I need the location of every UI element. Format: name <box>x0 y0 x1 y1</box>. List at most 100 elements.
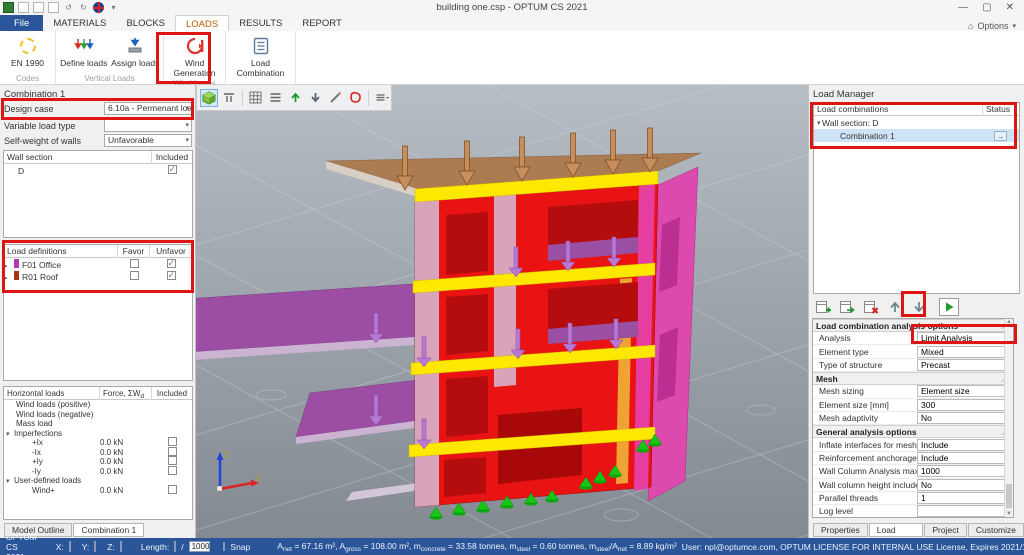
design-case-dropdown[interactable]: 6.10a - Permenant load▾ <box>104 102 192 115</box>
tab-project[interactable]: Project <box>924 523 966 537</box>
variable-load-type-dropdown[interactable]: ▾ <box>104 119 192 132</box>
section-header[interactable]: General analysis options︿ <box>813 425 1013 438</box>
tab-results[interactable]: RESULTS <box>229 15 292 31</box>
duplicate-combination-icon[interactable] <box>837 298 857 316</box>
options-menu[interactable]: Options <box>977 21 1008 31</box>
hl-row[interactable]: Mass load <box>4 419 192 429</box>
element-type-dropdown[interactable]: Mixed▾ <box>917 346 1011 358</box>
add-combination-icon[interactable] <box>813 298 833 316</box>
z-coordinate-input[interactable] <box>120 541 122 552</box>
unfavor-checkbox[interactable] <box>167 271 176 280</box>
status-run-arrow-icon[interactable]: → <box>994 131 1007 141</box>
boundary-shape-icon[interactable] <box>346 89 364 107</box>
undo-icon[interactable]: ↺ <box>63 2 74 13</box>
close-button[interactable]: ✕ <box>1006 2 1014 13</box>
wall-column-max-width-input[interactable]: 1000 <box>917 465 1011 477</box>
mesh-grid-icon[interactable] <box>247 89 265 107</box>
included-checkbox[interactable] <box>168 485 177 494</box>
assign-loads-button[interactable]: Assign loads <box>110 33 162 73</box>
measure-pencil-icon[interactable] <box>326 89 344 107</box>
collapse-icon[interactable]: ▾ <box>814 119 822 127</box>
stack-lines-icon[interactable] <box>267 89 285 107</box>
wall-column-height-dropdown[interactable]: No▾ <box>917 479 1011 491</box>
options-dropdown-arrow-icon[interactable]: ▾ <box>1012 22 1016 30</box>
log-level-dropdown[interactable]: ▾ <box>917 505 1011 517</box>
load-definition-row[interactable]: ▸R01 Roof <box>4 270 192 282</box>
parallel-threads-input[interactable]: 1 <box>917 492 1011 504</box>
y-coordinate-input[interactable] <box>94 541 96 552</box>
minimize-button[interactable]: — <box>958 2 968 13</box>
tab-blocks[interactable]: BLOCKS <box>116 15 175 31</box>
define-loads-button[interactable]: Define loads <box>58 33 110 73</box>
included-checkbox[interactable] <box>168 165 177 174</box>
tab-load-manager[interactable]: Load Manager <box>869 523 924 537</box>
tab-report[interactable]: REPORT <box>292 15 351 31</box>
grid-size-spinner[interactable]: 1000 <box>189 541 211 552</box>
included-checkbox[interactable] <box>168 437 177 446</box>
run-analysis-icon[interactable] <box>939 298 959 316</box>
arrow-up-icon[interactable] <box>287 89 305 107</box>
3d-model-canvas[interactable]: Z X <box>196 85 808 538</box>
delete-combination-icon[interactable] <box>861 298 881 316</box>
mesh-sizing-dropdown[interactable]: Element size▾ <box>917 385 1011 397</box>
wall-section-row-d[interactable]: D <box>4 164 192 177</box>
mesh-adaptivity-dropdown[interactable]: No▾ <box>917 412 1011 424</box>
section-header[interactable]: Mesh︿ <box>813 372 1013 385</box>
tab-file[interactable]: File <box>0 15 43 31</box>
save-file-icon[interactable] <box>48 2 59 13</box>
hl-row[interactable]: Wind loads (positive) <box>4 400 192 410</box>
options-scrollbar[interactable]: ▲▼ <box>1004 319 1013 517</box>
wind-generation-button[interactable]: Wind Generation <box>166 33 223 78</box>
unfavor-checkbox[interactable] <box>167 259 176 268</box>
move-down-icon[interactable] <box>909 298 929 316</box>
x-coordinate-input[interactable] <box>69 541 71 552</box>
reinforcement-anchorage-dropdown[interactable]: Include▾ <box>917 452 1011 464</box>
quick-access-menu-icon[interactable]: ▾ <box>108 2 119 13</box>
section-header[interactable]: Load combination analysis options︿ <box>813 319 1013 332</box>
maximize-button[interactable]: ▢ <box>982 2 991 13</box>
collapse-icon[interactable]: ▾ <box>6 430 14 438</box>
collapse-icon[interactable]: ▾ <box>6 477 14 485</box>
move-up-icon[interactable] <box>885 298 905 316</box>
analysis-dropdown[interactable]: Limit Analysis▾ <box>917 332 1011 344</box>
new-file-icon[interactable] <box>18 2 29 13</box>
tab-loads[interactable]: LOADS <box>175 15 229 31</box>
snap-checkbox[interactable] <box>223 542 225 551</box>
view-cube-icon[interactable] <box>200 89 218 107</box>
model-viewport[interactable]: Z X <box>196 85 808 538</box>
included-checkbox[interactable] <box>168 466 177 475</box>
included-checkbox[interactable] <box>168 447 177 456</box>
favor-checkbox[interactable] <box>130 271 139 280</box>
favor-checkbox[interactable] <box>130 259 139 268</box>
pin-ribbon-icon[interactable]: ⌂ <box>968 21 973 31</box>
type-of-structure-dropdown[interactable]: Precast▾ <box>917 359 1011 371</box>
hl-row[interactable]: Wind loads (negative) <box>4 410 192 420</box>
redo-icon[interactable]: ↻ <box>78 2 89 13</box>
tab-materials[interactable]: MATERIALS <box>43 15 116 31</box>
tab-customize[interactable]: Customize <box>968 523 1024 537</box>
arrow-down-icon[interactable] <box>306 89 324 107</box>
hl-row[interactable]: Wind+ 0.0 kN <box>4 486 192 496</box>
combination-item-row[interactable]: Combination 1 → <box>814 129 1019 142</box>
element-size-input[interactable]: 300 <box>917 399 1011 411</box>
z-coordinate-label: Z: <box>107 542 115 552</box>
open-file-icon[interactable] <box>33 2 44 13</box>
language-flag-icon[interactable] <box>93 2 104 13</box>
included-checkbox[interactable] <box>168 456 177 465</box>
tab-combination-1[interactable]: Combination 1 <box>73 523 144 537</box>
self-weight-dropdown[interactable]: Unfavorable▾ <box>104 134 192 147</box>
view-menu-icon[interactable] <box>373 89 391 107</box>
load-definition-row[interactable]: ▸F01 Office <box>4 258 192 270</box>
load-combination-button[interactable]: Load Combination <box>228 33 293 78</box>
tab-properties[interactable]: Properties <box>813 523 868 537</box>
inflate-interfaces-dropdown[interactable]: Include▾ <box>917 439 1011 451</box>
top-view-icon[interactable] <box>220 89 238 107</box>
assign-loads-arrow-icon <box>126 35 144 57</box>
wall-section-group-row[interactable]: ▾ Wall section: D <box>814 116 1019 129</box>
length-input[interactable] <box>174 541 176 552</box>
hl-row[interactable]: -Iy 0.0 kN <box>4 467 192 477</box>
expand-icon[interactable]: ▸ <box>4 274 12 282</box>
en-1990-button[interactable]: EN 1990 <box>2 33 53 73</box>
expand-icon[interactable]: ▸ <box>4 262 12 270</box>
option-analysis: Analysis Limit Analysis▾ <box>813 332 1013 345</box>
